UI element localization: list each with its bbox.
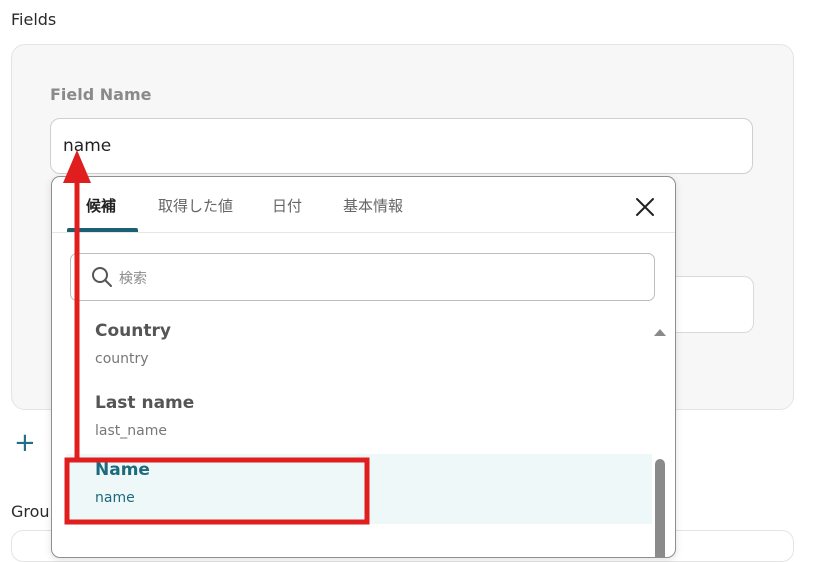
field-name-label: Field Name [50,85,152,104]
list-item-last-name[interactable]: Last name last_name [66,387,652,457]
list-item-subtitle: country [95,351,149,367]
close-icon[interactable] [633,195,657,219]
active-tab-indicator [67,228,138,232]
plus-icon[interactable]: + [14,430,36,456]
list-item-subtitle: last_name [95,423,167,439]
picker-tabs: 候補 取得した値 日付 基本情報 [52,177,675,233]
tab-candidates[interactable]: 候補 [86,195,116,216]
tab-date[interactable]: 日付 [272,195,302,216]
scroll-up-icon[interactable] [654,329,666,336]
list-item-title: Name [95,460,150,480]
scrollbar-thumb[interactable] [655,459,665,557]
value-picker-dropdown: 候補 取得した値 日付 基本情報 検索 Country country Last… [51,176,676,558]
group-section-title: Grou [11,502,50,521]
tab-basic-info[interactable]: 基本情報 [343,195,403,216]
field-name-input[interactable]: name [50,118,753,174]
fields-section-title: Fields [11,10,57,29]
list-item-name[interactable]: Name name [66,454,652,524]
list-item-title: Country [95,321,171,341]
search-icon [92,267,112,287]
tab-retrieved-values[interactable]: 取得した値 [158,195,233,216]
list-item-subtitle: name [95,490,135,506]
search-placeholder: 検索 [119,271,147,287]
search-field[interactable]: 検索 [70,253,655,301]
list-item-title: Last name [95,393,195,413]
list-item-country[interactable]: Country country [66,315,652,385]
